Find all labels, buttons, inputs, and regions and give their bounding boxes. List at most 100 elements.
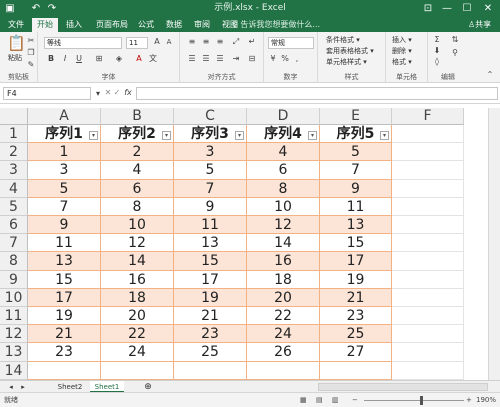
page-break-view-icon[interactable]: ▥ [332, 393, 339, 407]
conditional-formatting-button[interactable]: 条件格式 ▾ [326, 35, 360, 45]
table-cell[interactable]: 4 [101, 161, 174, 180]
underline-button[interactable]: U [74, 54, 84, 64]
share-button[interactable]: ♙共享 [468, 18, 491, 32]
table-cell[interactable]: 2 [101, 143, 174, 162]
table-cell[interactable]: 18 [101, 288, 174, 307]
format-cells-button[interactable]: 格式 ▾ [392, 57, 412, 67]
row-header-9[interactable]: 9 [0, 270, 28, 289]
decrease-font-icon[interactable]: A [164, 37, 174, 47]
fill-icon[interactable]: ⬇ [432, 46, 442, 56]
column-header-f[interactable]: F [392, 108, 464, 125]
table-cell[interactable]: 24 [101, 343, 174, 362]
table-cell[interactable]: 18 [247, 270, 320, 289]
table-cell[interactable]: 9 [28, 216, 101, 235]
paste-icon[interactable]: 📋 [7, 35, 26, 51]
merge-center-icon[interactable]: ⊟ [246, 54, 258, 64]
table-cell[interactable]: 13 [174, 234, 247, 253]
font-size-select[interactable]: 11 [126, 37, 148, 49]
currency-icon[interactable]: ¥ [268, 54, 278, 64]
tab-page-layout[interactable]: 页面布局 [92, 18, 132, 32]
table-cell[interactable]: 3 [28, 161, 101, 180]
table-cell[interactable]: 8 [101, 197, 174, 216]
table-cell[interactable]: 5 [28, 179, 101, 198]
filter-dropdown-icon[interactable]: ▾ [162, 131, 171, 140]
tab-home[interactable]: 开始 [32, 18, 58, 32]
table-cell[interactable]: 16 [101, 270, 174, 289]
percent-button[interactable]: % [280, 54, 290, 64]
cell-f8[interactable] [392, 252, 464, 271]
table-cell[interactable]: 8 [247, 179, 320, 198]
cell-f13[interactable] [392, 343, 464, 362]
clear-icon[interactable]: ◊ [432, 57, 442, 67]
table-cell[interactable]: 19 [320, 270, 392, 289]
row-header-14[interactable]: 14 [0, 361, 28, 380]
page-layout-view-icon[interactable]: ▤ [316, 393, 323, 407]
table-cell[interactable]: 11 [320, 197, 392, 216]
row-header-7[interactable]: 7 [0, 234, 28, 253]
table-cell[interactable]: 14 [247, 234, 320, 253]
table-cell[interactable]: 17 [320, 252, 392, 271]
table-cell[interactable]: 13 [28, 252, 101, 271]
table-cell[interactable] [320, 361, 392, 380]
font-color-icon[interactable]: A [134, 54, 144, 64]
table-cell[interactable]: 22 [101, 325, 174, 344]
tell-me-search[interactable]: ♀ 告诉我您想要做什么... [232, 18, 320, 32]
table-cell[interactable]: 21 [28, 325, 101, 344]
cell-styles-button[interactable]: 单元格样式 ▾ [326, 57, 367, 67]
cell-f9[interactable] [392, 270, 464, 289]
cell-f4[interactable] [392, 179, 464, 198]
orientation-icon[interactable]: ⤢ [230, 37, 242, 47]
table-cell[interactable]: 23 [28, 343, 101, 362]
cell-f14[interactable] [392, 361, 464, 380]
table-cell[interactable]: 12 [247, 216, 320, 235]
table-cell[interactable]: 15 [28, 270, 101, 289]
table-cell[interactable]: 20 [247, 288, 320, 307]
row-header-2[interactable]: 2 [0, 143, 28, 162]
sort-filter-icon[interactable]: ⇅ [448, 35, 462, 45]
table-cell[interactable]: 17 [174, 270, 247, 289]
tab-review[interactable]: 审阅 [190, 18, 214, 32]
row-header-5[interactable]: 5 [0, 197, 28, 216]
undo-icon[interactable]: ↶ [30, 0, 42, 17]
table-cell[interactable]: 7 [320, 161, 392, 180]
vertical-scrollbar[interactable] [488, 108, 500, 380]
table-cell[interactable]: 16 [247, 252, 320, 271]
zoom-level[interactable]: 190% [476, 393, 496, 407]
column-header-a[interactable]: A [28, 108, 101, 125]
font-name-select[interactable]: 等线 [44, 37, 122, 49]
zoom-out-icon[interactable]: − [352, 393, 358, 407]
borders-icon[interactable]: ⊞ [94, 54, 104, 64]
row-header-6[interactable]: 6 [0, 216, 28, 235]
save-icon[interactable]: ▣ [4, 0, 16, 17]
table-cell[interactable] [28, 361, 101, 380]
table-cell[interactable]: 24 [247, 325, 320, 344]
phonetic-icon[interactable]: 文 [148, 54, 158, 64]
minimize-button[interactable]: — [438, 0, 456, 17]
format-as-table-button[interactable]: 套用表格格式 ▾ [326, 46, 374, 56]
table-cell[interactable]: 6 [247, 161, 320, 180]
table-cell[interactable]: 5 [174, 161, 247, 180]
row-header-3[interactable]: 3 [0, 161, 28, 180]
wrap-text-icon[interactable]: ↵ [246, 37, 258, 47]
column-header-b[interactable]: B [101, 108, 174, 125]
table-cell[interactable]: 11 [174, 216, 247, 235]
increase-font-icon[interactable]: A [152, 37, 162, 47]
column-header-c[interactable]: C [174, 108, 247, 125]
cell-f11[interactable] [392, 307, 464, 326]
format-painter-icon[interactable]: ✎ [26, 60, 36, 70]
table-cell[interactable]: 19 [28, 307, 101, 326]
align-left-icon[interactable]: ☰ [186, 54, 198, 64]
table-cell[interactable]: 12 [101, 234, 174, 253]
cell-f12[interactable] [392, 325, 464, 344]
table-cell[interactable]: 7 [174, 179, 247, 198]
redo-icon[interactable]: ↷ [46, 0, 58, 17]
table-cell[interactable] [247, 361, 320, 380]
filter-dropdown-icon[interactable]: ▾ [380, 131, 389, 140]
tab-file[interactable]: 文件 [4, 18, 28, 32]
paste-label[interactable]: 粘贴 [8, 53, 22, 63]
table-cell[interactable]: 23 [320, 307, 392, 326]
filter-dropdown-icon[interactable]: ▾ [89, 131, 98, 140]
comma-style-icon[interactable]: , [292, 54, 302, 64]
name-box[interactable]: F4 [3, 87, 91, 100]
table-cell[interactable]: 10 [247, 197, 320, 216]
